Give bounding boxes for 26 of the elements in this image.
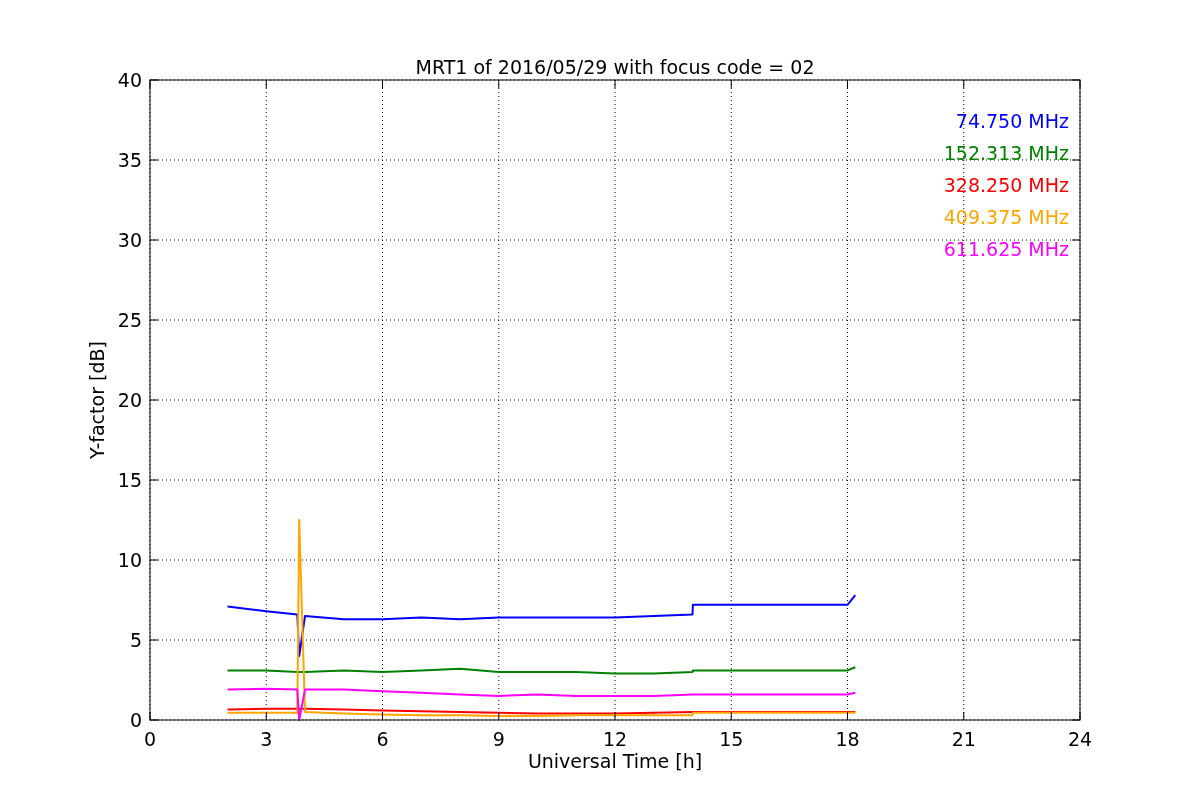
tick-label: 12	[602, 728, 628, 750]
tick-label: 6	[376, 728, 389, 750]
tick-label: 40	[117, 69, 142, 91]
legend-label: 74.750 MHz	[955, 110, 1069, 132]
tick-label: 0	[143, 728, 157, 750]
tick-label: 24	[1067, 728, 1093, 750]
tick-label: 18	[835, 728, 860, 750]
legend-label: 152.313 MHz	[943, 142, 1069, 164]
tick-label: 3	[260, 728, 273, 750]
tick-label: 5	[129, 629, 142, 651]
tick-label: 35	[117, 149, 142, 171]
tick-label: 0	[129, 709, 142, 731]
tick-label: 9	[492, 728, 505, 750]
axis-title: Y-factor [dB]	[86, 341, 108, 459]
tick-label: 21	[951, 728, 976, 750]
legend-label: 328.250 MHz	[943, 174, 1069, 196]
tick-label: 10	[117, 549, 142, 571]
chart-title: MRT1 of 2016/05/29 with focus code = 02	[415, 56, 815, 78]
tick-label: 15	[117, 469, 142, 491]
legend-label: 409.375 MHz	[943, 206, 1069, 228]
tick-label: 15	[719, 728, 744, 750]
legend-label: 611.625 MHz	[943, 238, 1069, 260]
tick-label: 30	[117, 229, 142, 251]
axis-title: Universal Time [h]	[527, 750, 703, 772]
tick-label: 20	[117, 389, 142, 411]
tick-label: 25	[117, 309, 142, 331]
